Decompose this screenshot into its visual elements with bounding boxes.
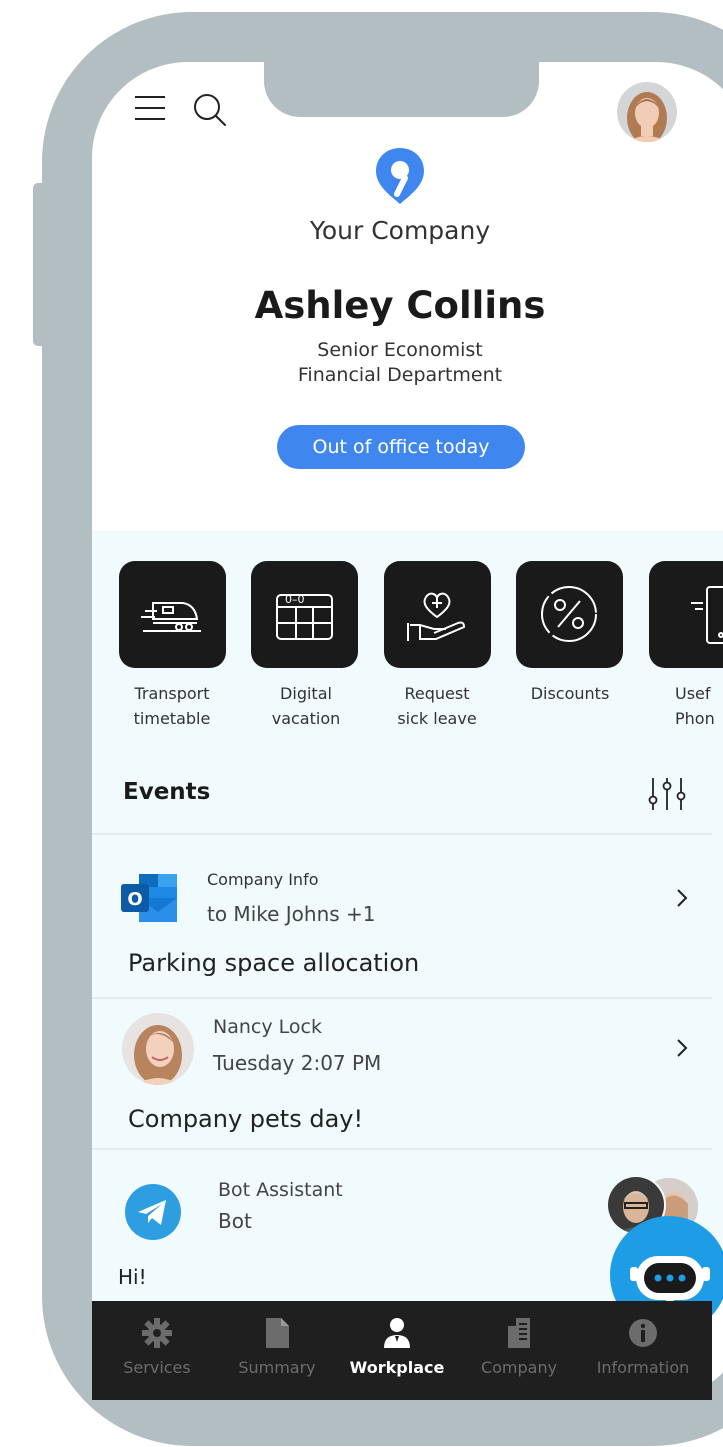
nav-label: Company	[480, 1358, 558, 1377]
info-icon	[629, 1319, 657, 1347]
profile-name: Ashley Collins	[254, 284, 546, 327]
app-screen: Your Company Ashley Collins Senior Econo…	[0, 0, 723, 1447]
event-sender: Bot Assistant	[218, 1179, 343, 1201]
event-detail: to Mike Johns +1	[207, 902, 376, 926]
percent-icon	[541, 586, 597, 642]
nav-label: Summary	[238, 1358, 316, 1377]
tile-label: Transport timetable	[133, 684, 211, 728]
phone-notch	[264, 55, 539, 117]
event-sender: Company Info	[207, 870, 319, 889]
company-logo-icon	[376, 148, 424, 204]
event-detail: Bot	[218, 1209, 252, 1233]
gear-icon	[142, 1318, 172, 1348]
profile-title: Senior Economist	[317, 339, 483, 361]
heart-hand-icon	[407, 592, 466, 641]
event-subject: Hi!	[118, 1265, 147, 1289]
tile-transport-timetable[interactable]	[119, 561, 226, 668]
tile-useful-phones[interactable]	[649, 561, 723, 668]
status-button[interactable]: Out of office today	[277, 425, 525, 469]
divider	[92, 833, 712, 835]
divider	[92, 997, 712, 999]
tile-label: Discounts	[530, 684, 610, 703]
chevron-right-icon[interactable]	[675, 887, 689, 909]
nav-item-workplace[interactable]: Workplace	[337, 1310, 457, 1390]
tile-label: Usef Phon	[675, 684, 715, 728]
nav-item-information[interactable]: Information	[583, 1310, 703, 1390]
event-subject: Company pets day!	[128, 1105, 364, 1133]
nav-item-summary[interactable]: Summary	[217, 1310, 337, 1390]
avatar	[122, 1013, 194, 1085]
profile-department: Financial Department	[297, 364, 503, 386]
event-detail: Tuesday 2:07 PM	[213, 1051, 382, 1075]
user-avatar[interactable]	[617, 82, 677, 142]
telegram-icon	[125, 1184, 181, 1240]
nav-label: Information	[596, 1358, 690, 1377]
tile-discounts[interactable]	[516, 561, 623, 668]
event-subject: Parking space allocation	[128, 949, 420, 977]
nav-item-services[interactable]: Services	[97, 1310, 217, 1390]
calendar-icon: 0–0	[276, 593, 333, 640]
svg-text:O: O	[127, 889, 142, 910]
svg-text:0–0: 0–0	[285, 593, 305, 606]
nav-label: Workplace	[349, 1358, 445, 1377]
events-title: Events	[123, 779, 211, 805]
filter-sliders-icon[interactable]	[647, 776, 687, 812]
nav-label: Services	[123, 1358, 191, 1377]
tile-label: Request sick leave	[397, 684, 477, 728]
person-icon	[384, 1318, 410, 1348]
tile-request-sick-leave[interactable]	[384, 561, 491, 668]
menu-icon[interactable]	[135, 96, 165, 122]
nav-item-company[interactable]: Company	[459, 1310, 579, 1390]
train-icon	[141, 602, 201, 632]
chevron-right-icon[interactable]	[675, 1037, 689, 1059]
building-icon	[508, 1318, 530, 1348]
search-icon[interactable]	[192, 92, 228, 128]
company-name: Your Company	[309, 216, 491, 245]
document-icon	[266, 1318, 289, 1348]
event-sender: Nancy Lock	[213, 1016, 322, 1038]
outlook-icon: O	[121, 874, 177, 922]
tile-digital-vacation[interactable]: 0–0	[251, 561, 358, 668]
divider	[92, 1148, 712, 1150]
phone-icon	[691, 586, 723, 644]
tile-label: Digital vacation	[271, 684, 341, 728]
